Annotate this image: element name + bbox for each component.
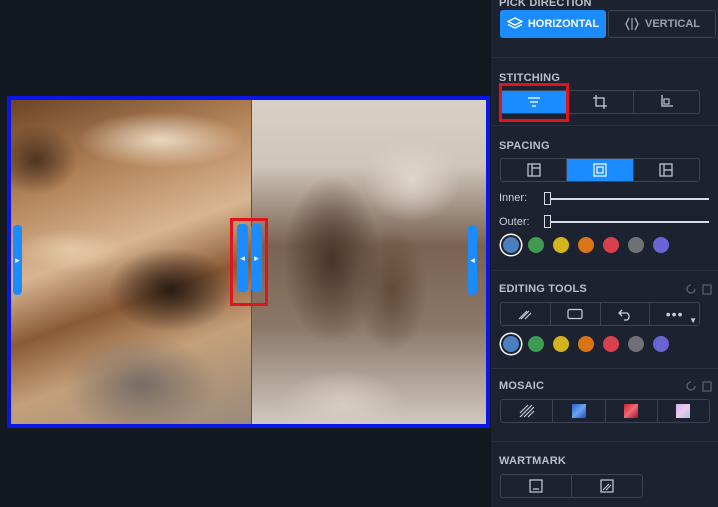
pick-direction-title: PICK DIRECTION — [499, 0, 592, 9]
chevron-right-icon: ▸ — [15, 254, 20, 265]
watermark-tools — [500, 474, 643, 498]
mosaic-stripes-button[interactable] — [501, 400, 554, 422]
image-watermark-button[interactable] — [572, 475, 642, 497]
mosaic-blue-button[interactable] — [553, 400, 606, 422]
highlight-box-stitch-align — [499, 83, 569, 122]
color-swatch-green[interactable] — [528, 336, 544, 352]
canvas-area: ▸ ◂ ▸ ◂ — [0, 0, 491, 507]
editing-tools-section: EDITING TOOLS ••• ▼ — [491, 270, 718, 369]
horizontal-button[interactable]: HORIZONTAL — [500, 10, 606, 38]
mosaic-patterns — [500, 399, 710, 423]
outer-spacing-row: Outer: — [499, 216, 530, 228]
highlight-box-middle-handles — [230, 218, 268, 306]
editing-tools-title: EDITING TOOLS — [499, 283, 587, 295]
color-swatch-purple[interactable] — [653, 237, 669, 253]
more-icon: ••• — [665, 306, 684, 322]
layout-center-icon — [593, 163, 607, 177]
pastel-mosaic-icon — [676, 404, 691, 418]
stitching-section: STITCHING — [491, 57, 718, 126]
color-swatch-red[interactable] — [603, 237, 619, 253]
inner-spacing-row: Inner: — [499, 192, 527, 204]
trash-icon[interactable] — [702, 380, 712, 392]
outer-slider-thumb[interactable] — [544, 215, 551, 228]
left-resize-handle[interactable]: ▸ — [13, 225, 22, 295]
mosaic-title: MOSAIC — [499, 380, 545, 392]
color-swatch-yellow[interactable] — [553, 237, 569, 253]
editing-tool-buttons: ••• ▼ — [500, 302, 700, 326]
red-mosaic-icon — [624, 404, 639, 418]
spacing-layouts — [500, 158, 700, 182]
layout-left-icon — [527, 163, 541, 177]
trash-icon[interactable] — [702, 283, 712, 295]
layout-right-icon — [659, 163, 673, 177]
vertical-stitch-icon — [625, 17, 639, 31]
right-photo-mountain[interactable] — [252, 100, 486, 424]
stripes-pattern-icon — [519, 404, 535, 418]
vertical-label: VERTICAL — [645, 18, 700, 30]
color-swatch-orange[interactable] — [578, 336, 594, 352]
more-tools-button[interactable]: ••• ▼ — [650, 303, 699, 325]
spacing-color-swatches — [503, 237, 669, 253]
horizontal-label: HORIZONTAL — [527, 18, 600, 30]
text-watermark-icon — [529, 479, 543, 493]
rectangle-tool-button[interactable] — [551, 303, 601, 325]
reset-icon[interactable] — [685, 380, 697, 392]
left-photo-rocks[interactable] — [11, 100, 251, 424]
spacing-section: SPACING Inner: Outer: — [491, 125, 718, 271]
mosaic-pastel-button[interactable] — [658, 400, 709, 422]
rectangle-icon — [567, 308, 583, 320]
spacing-layout-center[interactable] — [567, 159, 634, 181]
right-resize-handle[interactable]: ◂ — [468, 225, 477, 295]
undo-icon — [617, 309, 630, 321]
color-swatch-blue[interactable] — [503, 336, 519, 352]
undo-button[interactable] — [601, 303, 651, 325]
spacing-layout-left[interactable] — [501, 159, 568, 181]
mosaic-section: MOSAIC — [491, 368, 718, 442]
layers-icon — [506, 17, 523, 29]
pen-icon — [518, 310, 532, 320]
color-swatch-green[interactable] — [528, 237, 544, 253]
pen-tool-button[interactable] — [501, 303, 551, 325]
control-panel: PICK DIRECTION HORIZONTAL VERTICAL STITC… — [491, 0, 718, 507]
reset-icon[interactable] — [685, 283, 697, 295]
dropdown-triangle-icon: ▼ — [689, 316, 697, 325]
outer-slider-track[interactable] — [545, 221, 709, 223]
color-swatch-orange[interactable] — [578, 237, 594, 253]
color-swatch-gray[interactable] — [628, 336, 644, 352]
mosaic-red-button[interactable] — [606, 400, 658, 422]
crop-icon — [592, 95, 607, 109]
text-watermark-button[interactable] — [501, 475, 572, 497]
spacing-title: SPACING — [499, 140, 550, 152]
inner-label: Inner: — [499, 192, 528, 204]
image-watermark-icon — [600, 479, 614, 493]
inner-slider-track[interactable] — [545, 198, 709, 200]
color-swatch-yellow[interactable] — [553, 336, 569, 352]
crop-alt-icon — [661, 95, 674, 107]
blue-mosaic-icon — [571, 404, 586, 418]
color-swatch-blue[interactable] — [503, 237, 519, 253]
pick-direction-section: PICK DIRECTION HORIZONTAL VERTICAL — [491, 0, 718, 58]
color-swatch-purple[interactable] — [653, 336, 669, 352]
vertical-button[interactable]: VERTICAL — [608, 10, 716, 38]
outer-label: Outer: — [499, 216, 530, 228]
inner-slider-thumb[interactable] — [544, 192, 551, 205]
stitch-crop-button[interactable] — [567, 91, 634, 113]
chevron-left-icon: ◂ — [470, 254, 475, 265]
color-swatch-red[interactable] — [603, 336, 619, 352]
watermark-section: WARTMARK — [491, 441, 718, 507]
editing-color-swatches — [503, 336, 669, 352]
spacing-layout-right[interactable] — [634, 159, 699, 181]
watermark-title: WARTMARK — [499, 455, 566, 467]
color-swatch-gray[interactable] — [628, 237, 644, 253]
stitch-crop-alt-button[interactable] — [634, 91, 699, 113]
